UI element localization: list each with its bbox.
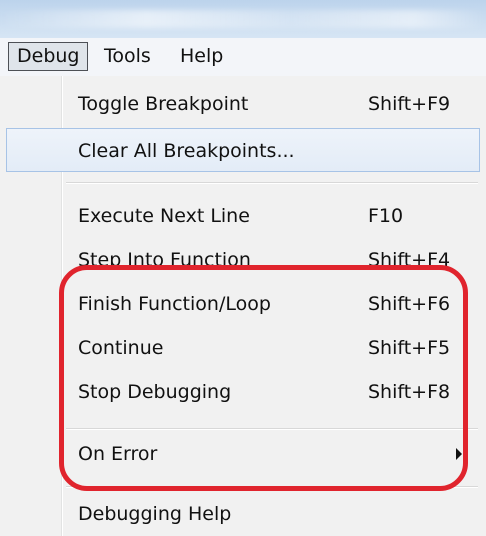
menu-bar: Debug Tools Help (0, 38, 486, 77)
menu-item-label: Continue (78, 337, 164, 359)
menu-item-stop-debugging[interactable]: Stop Debugging Shift+F8 (0, 370, 486, 414)
debug-dropdown-menu: Toggle Breakpoint Shift+F9 Clear All Bre… (0, 76, 486, 536)
menu-item-label: Step Into Function (78, 249, 251, 271)
menu-item-label: Clear All Breakpoints... (78, 140, 295, 162)
menu-separator (66, 486, 478, 488)
menu-item-execute-next-line[interactable]: Execute Next Line F10 (0, 194, 486, 238)
menu-item-shortcut: Shift+F5 (368, 337, 451, 359)
menu-item-clear-all-breakpoints[interactable]: Clear All Breakpoints... (6, 128, 480, 172)
menu-item-continue[interactable]: Continue Shift+F5 (0, 326, 486, 370)
menu-item-finish-function-loop[interactable]: Finish Function/Loop Shift+F6 (0, 282, 486, 326)
menu-item-label: On Error (78, 443, 158, 465)
menu-item-shortcut: Shift+F4 (368, 249, 451, 271)
menu-item-label: Execute Next Line (78, 205, 250, 227)
menu-separator (66, 182, 478, 184)
menu-item-label: Stop Debugging (78, 381, 232, 403)
menu-item-step-into-function[interactable]: Step Into Function Shift+F4 (0, 238, 486, 282)
menu-debug[interactable]: Debug (8, 42, 89, 71)
title-bar (0, 0, 486, 38)
menu-item-label: Debugging Help (78, 503, 232, 525)
menu-help[interactable]: Help (172, 42, 231, 71)
menu-tools[interactable]: Tools (96, 42, 159, 71)
menu-item-debugging-help[interactable]: Debugging Help (0, 492, 486, 536)
menu-item-toggle-breakpoint[interactable]: Toggle Breakpoint Shift+F9 (0, 82, 486, 126)
menu-item-shortcut: Shift+F9 (368, 93, 451, 115)
menu-item-label: Finish Function/Loop (78, 293, 271, 315)
chevron-right-icon (456, 448, 462, 460)
window: Debug Tools Help Toggle Breakpoint Shift… (0, 0, 486, 536)
menu-item-label: Toggle Breakpoint (78, 93, 249, 115)
menu-item-on-error[interactable]: On Error (0, 432, 486, 476)
menu-item-shortcut: Shift+F6 (368, 293, 451, 315)
menu-item-shortcut: Shift+F8 (368, 381, 451, 403)
menu-item-shortcut: F10 (368, 205, 404, 227)
menu-separator (66, 428, 478, 430)
